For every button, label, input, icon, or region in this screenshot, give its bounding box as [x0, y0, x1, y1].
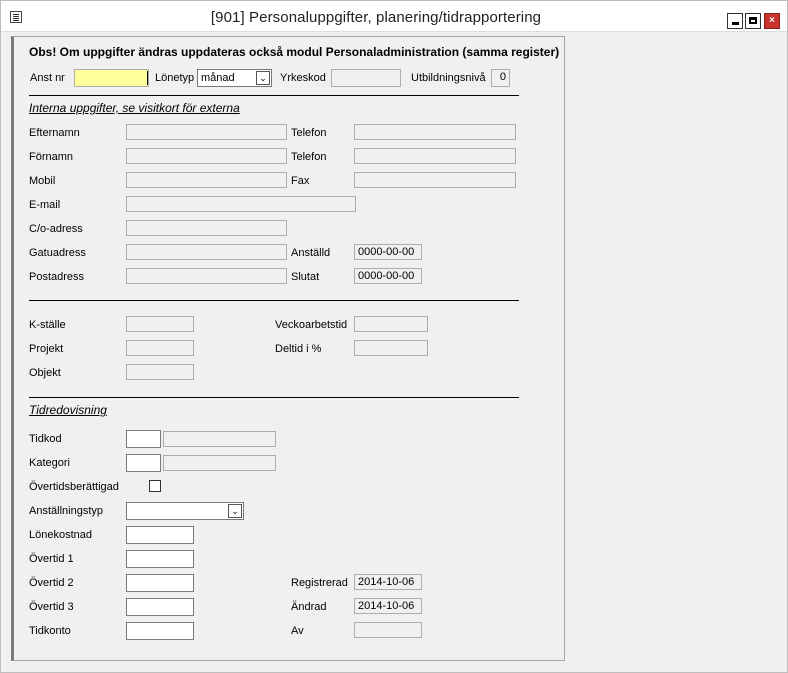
tidkod-description — [163, 431, 276, 447]
fornamn-label: Förnamn — [29, 151, 74, 163]
text-caret — [147, 71, 148, 85]
gatuadress-label: Gatuadress — [29, 247, 86, 259]
gatuadress-field[interactable] — [126, 244, 287, 260]
close-icon: × — [769, 15, 775, 26]
utbildningsniva-field[interactable]: 0 — [491, 69, 510, 87]
kategori-label: Kategori — [29, 457, 70, 469]
tidkod-label: Tidkod — [29, 433, 62, 445]
divider — [29, 397, 519, 398]
andrad-label: Ändrad — [291, 601, 327, 613]
fax-label: Fax — [291, 175, 310, 187]
lonetyp-select[interactable]: månad ⌄ — [197, 69, 272, 87]
fornamn-field[interactable] — [126, 148, 287, 164]
objekt-label: Objekt — [29, 367, 61, 379]
overtid2-input[interactable] — [126, 574, 194, 592]
email-field[interactable] — [126, 196, 356, 212]
veckoarbetstid-label: Veckoarbetstid — [275, 319, 348, 331]
slutat-label: Slutat — [291, 271, 320, 283]
slutat-field[interactable]: 0000-00-00 — [354, 268, 422, 284]
telefon2-field[interactable] — [354, 148, 516, 164]
fax-field[interactable] — [354, 172, 516, 188]
anst-nr-input[interactable] — [74, 69, 149, 87]
tidkonto-input[interactable] — [126, 622, 194, 640]
notice-text: Obs! Om uppgifter ändras uppdateras ocks… — [29, 45, 560, 59]
efternamn-label: Efternamn — [29, 127, 80, 139]
window-title: [901] Personaluppgifter, planering/tidra… — [210, 9, 542, 26]
deltid-field[interactable] — [354, 340, 428, 356]
kategori-input[interactable] — [126, 454, 161, 472]
deltid-label: Deltid i % — [275, 343, 322, 355]
minimize-button[interactable] — [727, 13, 743, 29]
projekt-field[interactable] — [126, 340, 194, 356]
minimize-icon — [732, 22, 739, 25]
utbildningsniva-label: Utbildningsnivå — [411, 72, 486, 84]
email-label: E-mail — [29, 199, 61, 211]
anstalld-label: Anställd — [291, 247, 331, 259]
overtid1-label: Övertid 1 — [29, 553, 74, 565]
maximize-button[interactable] — [745, 13, 761, 29]
av-field — [354, 622, 422, 638]
anstallningstyp-select[interactable]: ⌄ — [126, 502, 244, 520]
overtid1-input[interactable] — [126, 550, 194, 568]
tidredovisning-heading: Tidredovisning — [29, 403, 107, 417]
veckoarbetstid-field[interactable] — [354, 316, 428, 332]
overtid2-label: Övertid 2 — [29, 577, 74, 589]
k-stalle-label: K-ställe — [29, 319, 66, 331]
telefon1-label: Telefon — [291, 127, 327, 139]
telefon1-field[interactable] — [354, 124, 516, 140]
divider — [29, 300, 519, 301]
lonetyp-value: månad — [201, 72, 235, 84]
overtidsberattigad-label: Övertidsberättigad — [29, 481, 119, 493]
maximize-icon — [749, 17, 757, 24]
tidkod-input[interactable] — [126, 430, 161, 448]
av-label: Av — [291, 625, 304, 637]
close-button[interactable]: × — [764, 13, 780, 29]
yrkeskod-field[interactable] — [331, 69, 401, 87]
lonetyp-label: Lönetyp — [155, 72, 195, 84]
overtid3-label: Övertid 3 — [29, 601, 74, 613]
tidkonto-label: Tidkonto — [29, 625, 71, 637]
mobil-field[interactable] — [126, 172, 287, 188]
registrerad-label: Registrerad — [291, 577, 348, 589]
co-adress-label: C/o-adress — [29, 223, 83, 235]
lonekostnad-label: Lönekostnad — [29, 529, 92, 541]
registrerad-field: 2014-10-06 — [354, 574, 422, 590]
chevron-down-icon[interactable]: ⌄ — [228, 504, 242, 518]
internal-heading: Interna uppgifter, se visitkort för exte… — [29, 101, 240, 115]
efternamn-field[interactable] — [126, 124, 287, 140]
divider — [29, 95, 519, 96]
overtid3-input[interactable] — [126, 598, 194, 616]
andrad-field: 2014-10-06 — [354, 598, 422, 614]
mobil-label: Mobil — [29, 175, 56, 187]
overtidsberattigad-checkbox[interactable] — [149, 480, 161, 492]
projekt-label: Projekt — [29, 343, 64, 355]
telefon2-label: Telefon — [291, 151, 327, 163]
postadress-label: Postadress — [29, 271, 85, 283]
chevron-down-icon[interactable]: ⌄ — [256, 71, 270, 85]
co-adress-field[interactable] — [126, 220, 287, 236]
anstallningstyp-label: Anställningstyp — [29, 505, 103, 517]
kategori-description — [163, 455, 276, 471]
anst-nr-label: Anst nr — [30, 72, 65, 84]
objekt-field[interactable] — [126, 364, 194, 380]
anstalld-field[interactable]: 0000-00-00 — [354, 244, 422, 260]
lonekostnad-input[interactable] — [126, 526, 194, 544]
k-stalle-field[interactable] — [126, 316, 194, 332]
postadress-field[interactable] — [126, 268, 287, 284]
yrkeskod-label: Yrkeskod — [280, 72, 326, 84]
title-bar[interactable]: [901] Personaluppgifter, planering/tidra… — [1, 1, 787, 32]
personal-window: [901] Personaluppgifter, planering/tidra… — [0, 0, 788, 673]
